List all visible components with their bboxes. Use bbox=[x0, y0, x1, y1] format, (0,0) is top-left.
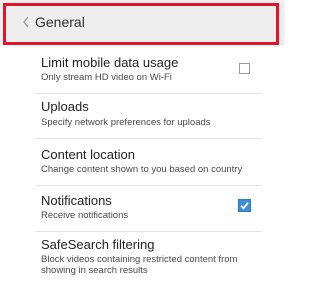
divider bbox=[35, 185, 262, 186]
setting-title: Content location bbox=[41, 147, 135, 162]
setting-safesearch-filtering[interactable]: SafeSearch filtering Block videos contai… bbox=[30, 234, 268, 282]
setting-subtitle-line2: showing in search results bbox=[41, 265, 148, 276]
setting-title: SafeSearch filtering bbox=[41, 237, 155, 252]
setting-limit-mobile-data[interactable]: Limit mobile data usage Only stream HD v… bbox=[30, 50, 268, 92]
settings-screen: General Limit mobile data usage Only str… bbox=[0, 0, 284, 284]
setting-subtitle-line1: Block videos containing restricted conte… bbox=[41, 254, 238, 265]
setting-notifications[interactable]: Notifications Receive notifications bbox=[30, 188, 268, 228]
divider bbox=[35, 93, 262, 94]
setting-content-location[interactable]: Content location Change content shown to… bbox=[30, 142, 268, 182]
setting-subtitle: Specify network preferences for uploads bbox=[41, 117, 211, 128]
setting-subtitle: Change content shown to you based on cou… bbox=[41, 164, 243, 175]
setting-title: Limit mobile data usage bbox=[41, 55, 179, 70]
limit-mobile-data-checkbox[interactable] bbox=[239, 63, 250, 74]
setting-subtitle: Only stream HD video on Wi-Fi bbox=[41, 72, 172, 83]
divider bbox=[35, 138, 262, 139]
setting-subtitle: Receive notifications bbox=[41, 210, 129, 221]
divider bbox=[35, 231, 262, 232]
setting-uploads[interactable]: Uploads Specify network preferences for … bbox=[30, 96, 268, 134]
header-highlight-box bbox=[3, 3, 279, 45]
notifications-checkbox[interactable] bbox=[238, 199, 251, 212]
setting-title: Notifications bbox=[41, 193, 112, 208]
setting-title: Uploads bbox=[41, 99, 89, 114]
